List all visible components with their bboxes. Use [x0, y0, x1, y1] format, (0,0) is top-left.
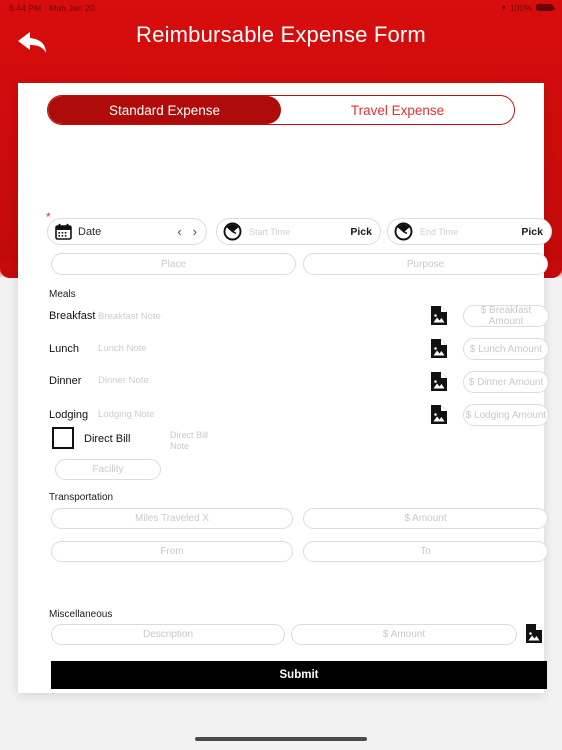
calendar-icon	[55, 223, 72, 240]
lunch-amount-placeholder: $ Lunch Amount	[469, 343, 543, 355]
dinner-note-input[interactable]: Dinner Note	[98, 375, 149, 386]
miles-traveled-placeholder: Miles Traveled X	[135, 513, 209, 524]
facility-placeholder: Facility	[92, 464, 124, 475]
purpose-input[interactable]: Purpose	[303, 253, 548, 275]
lunch-label: Lunch	[49, 343, 79, 355]
date-required-marker: *	[46, 210, 51, 224]
lodging-attachment-button[interactable]	[431, 405, 447, 424]
page-title: Reimbursable Expense Form	[136, 22, 426, 47]
transportation-from-placeholder: From	[160, 546, 184, 557]
end-time-pick-button[interactable]: Pick	[521, 226, 543, 238]
miscellaneous-amount-input[interactable]: $ Amount	[291, 624, 517, 645]
start-time-pick-button[interactable]: Pick	[350, 226, 372, 238]
battery-icon	[536, 4, 555, 11]
breakfast-note-input[interactable]: Breakfast Note	[98, 311, 161, 322]
back-arrow-icon	[18, 32, 46, 53]
miscellaneous-description-placeholder: Description	[142, 629, 194, 640]
transportation-amount-placeholder: $ Amount	[404, 513, 447, 524]
status-bar-time: 6:44 PM	[9, 2, 42, 13]
clock-icon	[223, 222, 242, 241]
end-time-field[interactable]: End Time Pick	[387, 218, 552, 245]
transportation-to-placeholder: To	[420, 546, 431, 557]
place-input[interactable]: Place	[51, 253, 296, 275]
transportation-section-heading: Transportation	[49, 492, 114, 503]
expense-type-segmented-control[interactable]: Standard Expense Travel Expense	[47, 95, 515, 125]
meals-section-heading: Meals	[49, 289, 76, 300]
direct-bill-label: Direct Bill	[84, 433, 131, 445]
lodging-note-input[interactable]: Lodging Note	[98, 409, 155, 420]
breakfast-attachment-button[interactable]	[431, 306, 447, 325]
miles-traveled-input[interactable]: Miles Traveled X	[51, 508, 293, 529]
tab-standard-expense[interactable]: Standard Expense	[48, 96, 281, 124]
date-picker-field[interactable]: Date ‹ ›	[47, 218, 207, 245]
facility-input[interactable]: Facility	[55, 459, 161, 480]
lodging-label: Lodging	[49, 409, 89, 421]
breakfast-amount-placeholder: $ Breakfast Amount	[480, 305, 532, 327]
document-attachment-icon	[431, 372, 447, 391]
lunch-amount-input[interactable]: $ Lunch Amount	[463, 338, 549, 360]
lodging-amount-input[interactable]: $ Lodging Amount	[463, 404, 549, 426]
lunch-note-input[interactable]: Lunch Note	[98, 343, 147, 354]
app-screen: 6:44 PM Mon Jan 20 ▾ 100% Reimbursable E…	[0, 0, 562, 750]
start-time-placeholder: Start Time	[249, 226, 291, 237]
document-attachment-icon	[526, 624, 542, 643]
miscellaneous-attachment-button[interactable]	[526, 624, 542, 643]
breakfast-label: Breakfast	[49, 310, 96, 322]
battery-percent-label: 100%	[509, 2, 532, 13]
back-button[interactable]	[14, 26, 56, 60]
lodging-amount-placeholder: $ Lodging Amount	[465, 409, 547, 421]
direct-bill-note-input[interactable]: Direct Bill Note	[170, 430, 226, 452]
wifi-icon: ▾	[501, 2, 506, 12]
dinner-label: Dinner	[49, 375, 82, 387]
miscellaneous-amount-placeholder: $ Amount	[382, 629, 426, 640]
document-attachment-icon	[431, 306, 447, 325]
dinner-attachment-button[interactable]	[431, 372, 447, 391]
transportation-to-input[interactable]: To	[303, 541, 548, 562]
purpose-placeholder: Purpose	[406, 258, 445, 270]
date-next-icon[interactable]: ›	[193, 225, 197, 238]
status-bar: 6:44 PM Mon Jan 20 ▾ 100%	[0, 0, 562, 15]
form-card: Standard Expense Travel Expense * Date ‹…	[18, 83, 552, 693]
home-indicator[interactable]	[195, 737, 367, 741]
direct-bill-checkbox[interactable]	[52, 427, 74, 449]
document-attachment-icon	[431, 405, 447, 424]
lunch-attachment-button[interactable]	[431, 339, 447, 358]
transportation-amount-input[interactable]: $ Amount	[303, 508, 548, 529]
end-time-placeholder: End Time	[420, 226, 459, 237]
status-bar-date: Mon Jan 20	[49, 2, 95, 13]
miscellaneous-section-heading: Miscellaneous	[49, 609, 113, 620]
date-prev-icon[interactable]: ‹	[177, 225, 181, 238]
submit-button[interactable]: Submit	[51, 661, 547, 689]
clock-icon	[394, 222, 413, 241]
tab-travel-expense[interactable]: Travel Expense	[281, 96, 514, 124]
dinner-amount-placeholder: $ Dinner Amount	[468, 376, 544, 388]
document-attachment-icon	[431, 339, 447, 358]
start-time-field[interactable]: Start Time Pick	[216, 218, 381, 245]
breakfast-amount-input[interactable]: $ Breakfast Amount	[463, 305, 549, 327]
place-placeholder: Place	[160, 258, 186, 270]
transportation-from-input[interactable]: From	[51, 541, 293, 562]
miscellaneous-description-input[interactable]: Description	[51, 624, 285, 645]
date-label: Date	[78, 225, 102, 238]
dinner-amount-input[interactable]: $ Dinner Amount	[463, 371, 549, 393]
